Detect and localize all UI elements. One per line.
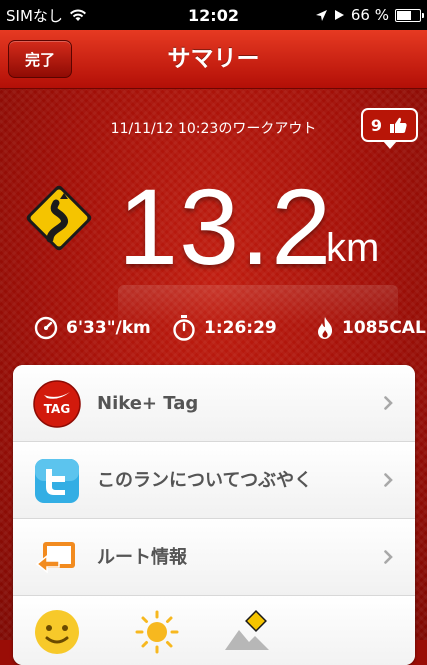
chevron-right-icon bbox=[384, 396, 393, 410]
duration-stat: 1:26:29 bbox=[172, 313, 277, 343]
list-item-tweet-run[interactable]: このランについてつぶやく bbox=[13, 442, 415, 519]
calories-value: 1085CAL bbox=[342, 318, 426, 338]
distance-value: 13.2 bbox=[118, 166, 333, 287]
flame-icon bbox=[318, 317, 333, 339]
calories-stat: 1085CAL bbox=[316, 313, 426, 343]
list-item-nike-tag[interactable]: TAG Nike+ Tag bbox=[13, 365, 415, 442]
chevron-right-icon bbox=[384, 473, 393, 487]
duration-value: 1:26:29 bbox=[204, 318, 277, 338]
battery-icon bbox=[395, 8, 424, 22]
list-item-label: ルート情報 bbox=[97, 547, 187, 568]
pace-stat: 6'33"/km bbox=[34, 313, 151, 343]
twitter-icon bbox=[35, 459, 79, 503]
route-icon bbox=[35, 542, 75, 574]
battery-fill bbox=[397, 10, 411, 20]
pace-value: 6'33"/km bbox=[66, 318, 151, 338]
list-item-label: Nike+ Tag bbox=[97, 393, 199, 414]
likes-badge[interactable]: 9 bbox=[361, 108, 418, 149]
winding-road-sign-icon bbox=[26, 185, 92, 251]
list-item-label: このランについてつぶやく bbox=[97, 470, 313, 491]
stopwatch-icon bbox=[173, 315, 195, 341]
smiley-face-icon bbox=[35, 610, 79, 654]
list-item-run-feeling[interactable] bbox=[13, 596, 415, 665]
sun-icon bbox=[135, 610, 179, 654]
thumbs-up-icon bbox=[390, 117, 407, 133]
likes-count: 9 bbox=[370, 115, 383, 135]
svg-text:TAG: TAG bbox=[44, 402, 70, 416]
page-title: サマリー bbox=[167, 46, 260, 72]
list-item-route-info[interactable]: ルート情報 bbox=[13, 519, 415, 596]
status-time: 12:02 bbox=[188, 5, 239, 25]
terrain-sign-icon bbox=[225, 610, 269, 650]
options-list: TAG Nike+ Tag このランについてつぶやく ルート情報 bbox=[13, 365, 415, 665]
speedometer-icon bbox=[34, 316, 58, 340]
stats-row: 6'33"/km 1:26:29 1085CAL bbox=[0, 313, 427, 343]
chevron-right-icon bbox=[384, 550, 393, 564]
workout-summary: 11/11/12 10:23のワークアウト 9 13.2 km 6'33"/km bbox=[0, 89, 427, 665]
navigation-bar: 完了 サマリー bbox=[0, 30, 427, 89]
distance-unit: km bbox=[326, 226, 380, 270]
nike-tag-icon: TAG bbox=[33, 380, 81, 428]
status-bar: SIMなし 12:02 66 % bbox=[0, 0, 427, 30]
